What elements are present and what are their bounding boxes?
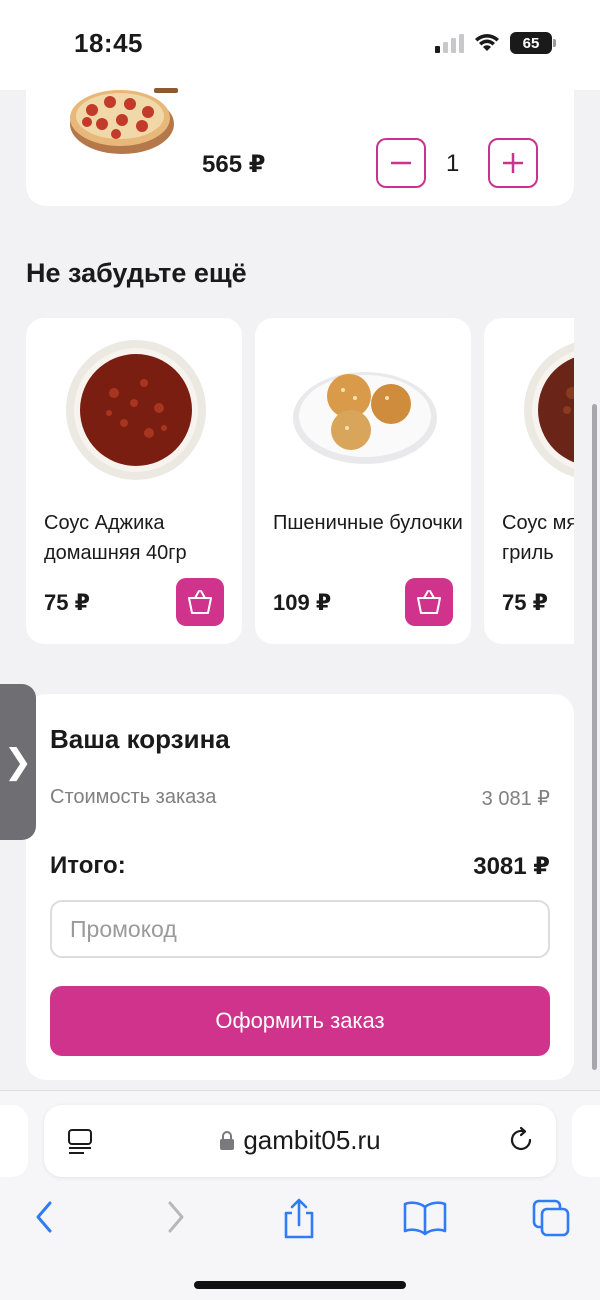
quantity-decrease-button[interactable]	[376, 138, 426, 188]
adjika-sauce-image	[66, 340, 206, 480]
tabs-icon[interactable]	[530, 1197, 572, 1239]
checkout-button[interactable]: Оформить заказ	[50, 986, 550, 1056]
cart-item-card: 565 ₽ 1	[26, 70, 574, 206]
promo-code-input[interactable]	[50, 900, 550, 958]
chevron-right-icon: ❯	[3, 743, 33, 781]
status-time: 18:45	[74, 28, 143, 58]
battery-icon: 65	[510, 32, 556, 54]
order-cost-label: Стоимость заказа	[50, 786, 217, 808]
recommendation-card[interactable]: Соус мя гриль 75 ₽	[484, 318, 574, 644]
minus-icon	[391, 161, 411, 165]
shopping-bag-icon	[417, 590, 441, 614]
sauce-image	[524, 342, 574, 478]
recommendation-card[interactable]: Соус Аджика домашняя 40гр 75 ₽	[26, 318, 242, 644]
add-to-cart-button[interactable]	[176, 578, 224, 626]
url-text: gambit05.ru	[243, 1125, 381, 1155]
home-indicator[interactable]	[194, 1281, 406, 1289]
total-label: Итого:	[50, 852, 126, 879]
browser-nav	[0, 1191, 600, 1251]
previous-tab-peek[interactable]	[0, 1105, 28, 1177]
recommendation-name: Соус мя гриль	[502, 512, 574, 564]
recommendation-price: 75 ₽	[502, 590, 548, 615]
share-icon[interactable]	[280, 1197, 318, 1241]
back-icon[interactable]	[30, 1197, 60, 1237]
forward-icon[interactable]	[160, 1197, 190, 1237]
recommendation-price: 75 ₽	[44, 590, 90, 615]
bookmarks-icon[interactable]	[402, 1197, 448, 1237]
recommendation-name: Пшеничные булочки	[273, 512, 463, 534]
next-tab-peek[interactable]	[572, 1105, 600, 1177]
recommendation-name: Соус Аджика домашняя 40гр	[44, 512, 187, 564]
signal-icon	[435, 33, 464, 53]
total-value: 3081 ₽	[473, 853, 550, 880]
recommendation-price: 109 ₽	[273, 590, 332, 615]
address-bar[interactable]: gambit05.ru	[44, 1105, 556, 1177]
add-to-cart-button[interactable]	[405, 578, 453, 626]
quantity-increase-button[interactable]	[488, 138, 538, 188]
side-drawer-toggle[interactable]: ❯	[0, 684, 36, 840]
recommendation-card[interactable]: Пшеничные булочки 109 ₽	[255, 318, 471, 644]
cart-item-price: 565 ₽	[202, 151, 266, 178]
pizza-image	[70, 88, 178, 154]
browser-toolbar: gambit05.ru	[0, 1090, 600, 1300]
reload-icon[interactable]	[506, 1125, 536, 1155]
cart-summary: Ваша корзина Стоимость заказа 3 081 ₽ Ит…	[26, 694, 574, 1080]
order-cost-value: 3 081 ₽	[481, 788, 550, 810]
wheat-buns-image	[293, 372, 437, 464]
shopping-bag-icon	[188, 590, 212, 614]
plus-icon	[503, 153, 523, 173]
lock-icon	[220, 1130, 235, 1150]
url-display[interactable]: gambit05.ru	[44, 1125, 556, 1156]
recommendations-title: Не забудьте ещё	[26, 258, 247, 288]
recommendations-carousel[interactable]: Соус Аджика домашняя 40гр 75 ₽ Пшеничные…	[26, 318, 574, 646]
quantity-value: 1	[446, 150, 460, 177]
status-indicators: 65	[435, 32, 556, 54]
summary-title: Ваша корзина	[50, 724, 230, 754]
scrollbar[interactable]	[592, 404, 597, 1070]
wifi-icon	[475, 34, 499, 51]
